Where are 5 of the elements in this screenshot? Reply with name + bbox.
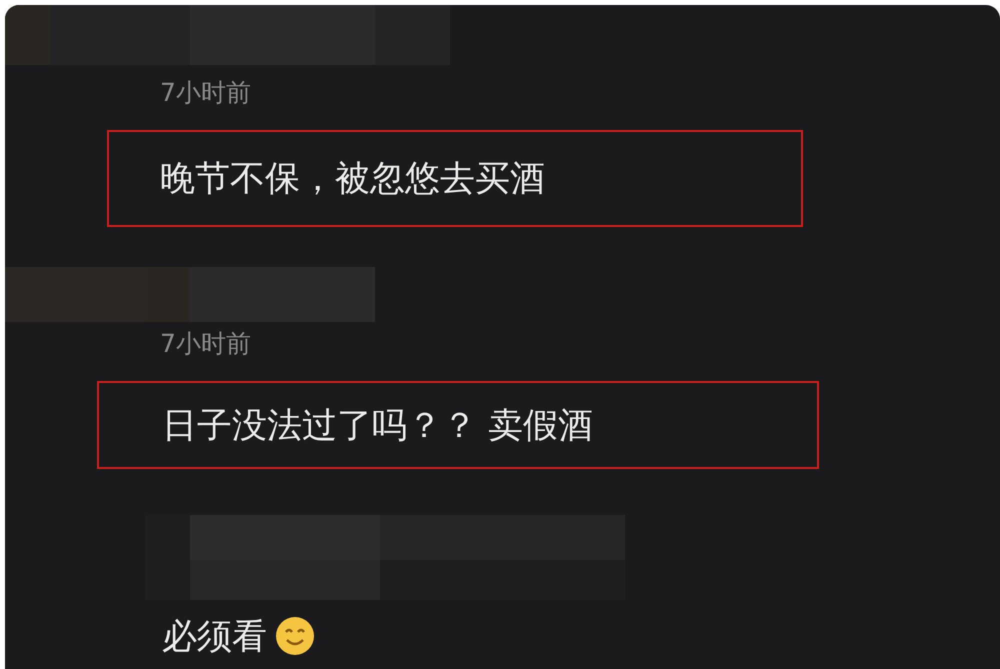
comment-time: 7小时前 xyxy=(160,78,251,108)
comment-text: 晚节不保，被忽悠去买酒 xyxy=(160,158,545,201)
comment-time: 7小时前 xyxy=(160,329,251,359)
comment-text: 必须看 xyxy=(162,616,267,658)
comment-text: 日子没法过了吗？？ 卖假酒 xyxy=(162,404,594,448)
